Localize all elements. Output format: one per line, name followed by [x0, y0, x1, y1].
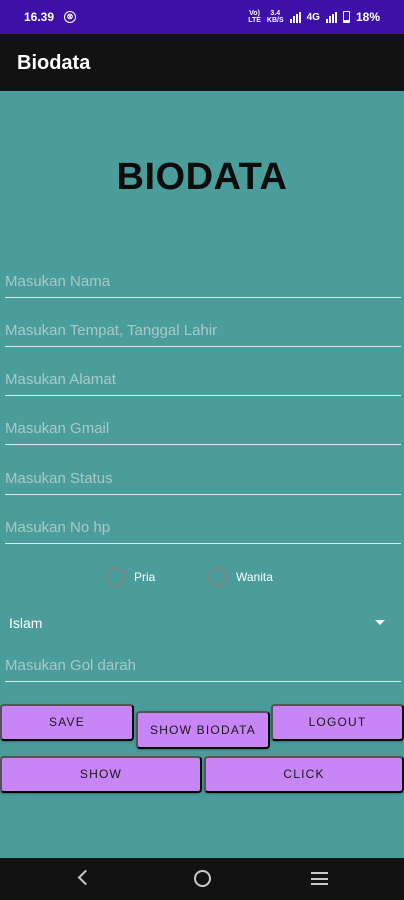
religion-dropdown[interactable]: Islam	[0, 604, 404, 640]
page-title: BIODATA	[116, 156, 288, 198]
show-button[interactable]: SHOW	[0, 756, 202, 793]
data-speed: 3.4 KB/S	[266, 10, 284, 24]
religion-selected-value: Islam	[9, 615, 43, 631]
home-icon[interactable]	[194, 870, 211, 887]
goldarah-field-container	[5, 648, 401, 682]
blood-type-input[interactable]	[5, 653, 401, 677]
radio-pria-label: Pria	[134, 570, 156, 584]
notification-icon: ⊗	[64, 11, 77, 23]
radio-circle-icon[interactable]	[106, 567, 126, 587]
click-button[interactable]: CLICK	[204, 756, 404, 793]
nama-input[interactable]	[5, 269, 401, 293]
system-nav-bar	[0, 858, 404, 900]
status-input[interactable]	[5, 466, 401, 490]
alamat-field-container	[5, 362, 401, 396]
status-field-container	[5, 461, 401, 495]
dropdown-arrow-icon[interactable]	[375, 620, 385, 625]
battery-percent: 18%	[355, 10, 380, 24]
recent-apps-icon[interactable]	[311, 872, 328, 885]
volte-icon: Vo) LTE	[248, 10, 261, 24]
status-bar: 16.39 ⊗ Vo) LTE 3.4 KB/S 4G 18%	[0, 0, 404, 34]
gmail-field-container	[5, 411, 401, 445]
signal-icon	[289, 11, 301, 23]
radio-pria[interactable]: Pria	[106, 567, 155, 587]
radio-wanita-label: Wanita	[236, 570, 273, 584]
address-input[interactable]	[5, 367, 401, 391]
nama-field-container	[5, 264, 401, 298]
battery-icon	[342, 11, 350, 23]
signal-icon-2	[325, 11, 337, 23]
app-title: Biodata	[17, 52, 91, 74]
clock: 16.39	[24, 10, 55, 24]
birth-place-date-input[interactable]	[5, 318, 401, 342]
save-button[interactable]: SAVE	[0, 704, 134, 741]
network-type: 4G	[306, 11, 320, 23]
nohp-field-container	[5, 510, 401, 544]
logout-button[interactable]: LOGOUT	[271, 704, 404, 741]
gmail-input[interactable]	[5, 416, 401, 440]
show-biodata-button[interactable]: SHOW BIODATA	[136, 711, 270, 749]
app-bar: Biodata	[0, 34, 404, 91]
radio-circle-icon[interactable]	[208, 567, 228, 587]
radio-wanita[interactable]: Wanita	[208, 567, 273, 587]
ttl-field-container	[5, 313, 401, 347]
phone-input[interactable]	[5, 515, 401, 539]
back-icon[interactable]	[77, 869, 94, 886]
